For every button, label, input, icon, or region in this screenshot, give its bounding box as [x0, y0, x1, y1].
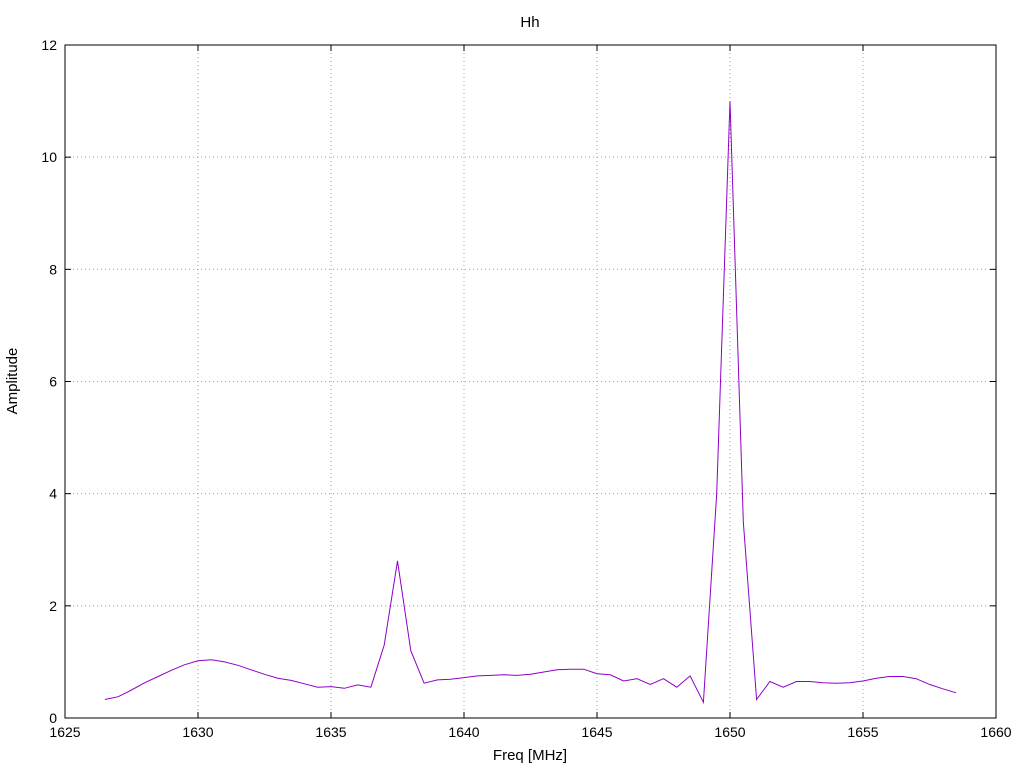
- series-line: [104, 101, 957, 705]
- plot-frame: [64, 44, 997, 719]
- y-tick-label: 8: [49, 261, 57, 277]
- x-tick-label: 1655: [847, 724, 878, 740]
- y-tick-label: 6: [49, 374, 57, 390]
- y-tick-label: 12: [41, 37, 57, 53]
- grid-lines: [65, 45, 996, 718]
- axis-ticks: [64, 44, 997, 719]
- x-tick-label: 1635: [315, 724, 346, 740]
- x-tick-label: 1630: [182, 724, 213, 740]
- y-tick-label: 4: [49, 486, 57, 502]
- y-tick-labels: 0 2 4 6 8 10 12: [41, 37, 57, 726]
- y-axis-label: Amplitude: [4, 348, 21, 415]
- chart-title: Hh: [520, 14, 539, 31]
- line-chart: Hh 1625 1630 1635 1640 1645 1650 1655 1660 0 2 4 6…: [4, 14, 1012, 764]
- y-tick-label: 10: [41, 149, 57, 165]
- y-tick-label: 2: [49, 598, 57, 614]
- x-tick-label: 1650: [714, 724, 745, 740]
- x-tick-label: 1640: [448, 724, 479, 740]
- x-tick-label: 1625: [49, 724, 80, 740]
- y-tick-label: 0: [49, 710, 57, 726]
- x-tick-label: 1660: [980, 724, 1011, 740]
- x-tick-label: 1645: [581, 724, 612, 740]
- x-axis-label: Freq [MHz]: [493, 747, 567, 764]
- x-tick-labels: 1625 1630 1635 1640 1645 1650 1655 1660: [49, 724, 1011, 740]
